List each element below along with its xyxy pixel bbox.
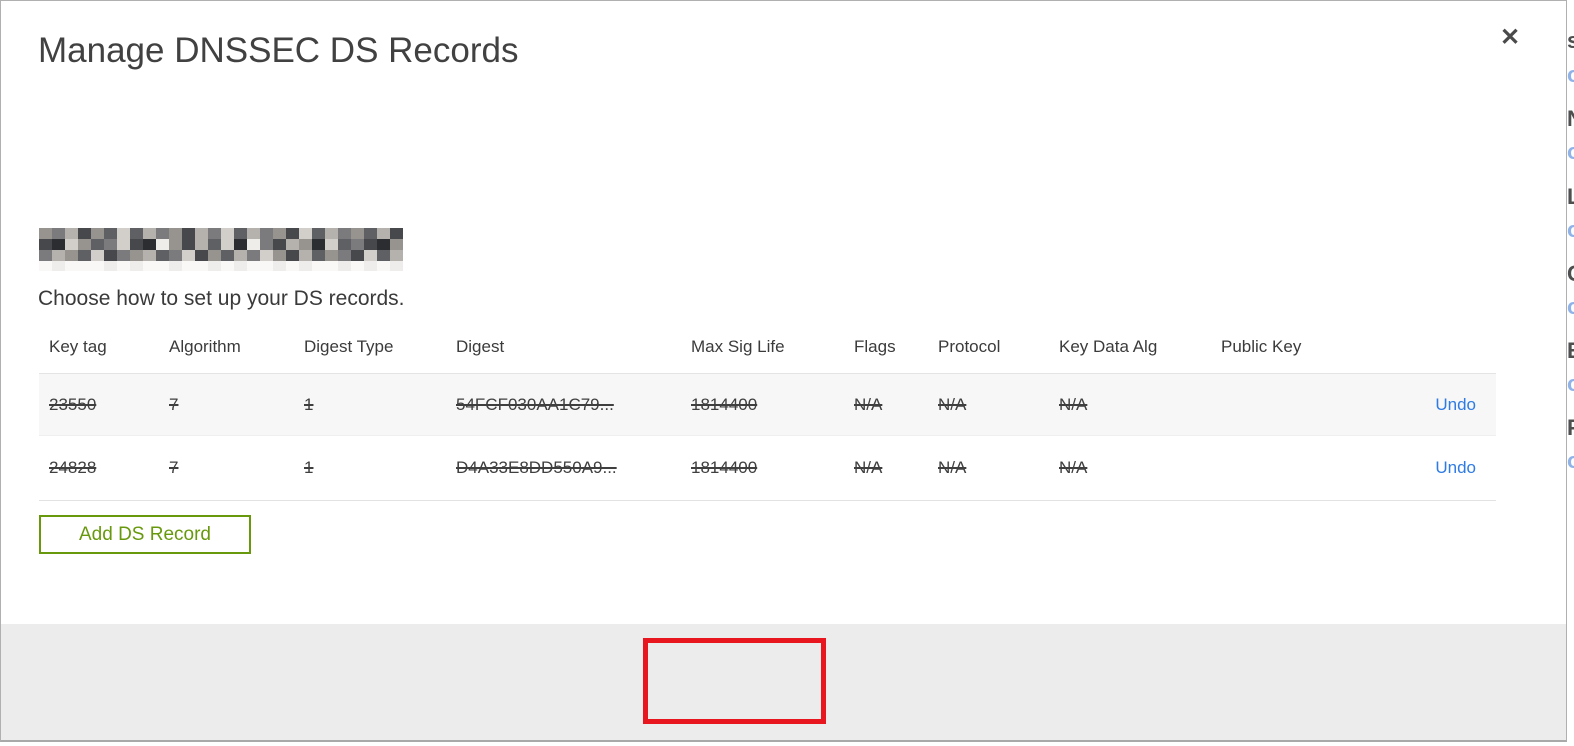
- column-header-max-sig-life: Max Sig Life: [691, 337, 785, 356]
- manage-dnssec-modal: Manage DNSSEC DS Records ✕ Choose how to…: [0, 0, 1567, 742]
- cell-max-sig-life: 1814400: [691, 394, 758, 414]
- cell-key-data-alg: N/A: [1059, 458, 1088, 477]
- redacted-domain: [39, 228, 403, 271]
- cell-digest-type: 1: [304, 458, 314, 477]
- cell-protocol: N/A: [938, 394, 967, 414]
- cell-algorithm: 7: [169, 458, 179, 477]
- cell-digest: D4A33E8DD550A9...: [456, 458, 617, 477]
- column-header-digest-type: Digest Type: [304, 337, 394, 356]
- column-header-algorithm: Algorithm: [169, 337, 241, 356]
- column-header-public-key: Public Key: [1221, 337, 1302, 356]
- add-ds-record-button[interactable]: Add DS Record: [39, 515, 251, 554]
- cell-key-tag: 23550: [49, 394, 97, 414]
- close-icon[interactable]: ✕: [1500, 26, 1520, 50]
- column-header-key-tag: Key tag: [49, 337, 107, 356]
- cell-key-tag: 24828: [49, 458, 97, 477]
- cell-digest-type: 1: [304, 394, 314, 414]
- cell-flags: N/A: [854, 458, 883, 477]
- ds-records-table: Key tag Algorithm Digest Type Digest Max…: [39, 331, 1496, 501]
- cell-algorithm: 7: [169, 394, 179, 414]
- cell-digest: 54FCF030AA1C79...: [456, 394, 614, 414]
- cell-max-sig-life: 1814400: [691, 458, 758, 477]
- table-header-row: Key tag Algorithm Digest Type Digest Max…: [39, 331, 1496, 374]
- cell-flags: N/A: [854, 394, 883, 414]
- table-row: 24828 7 1 D4A33E8DD550A9... 1814400 N/A …: [39, 436, 1496, 501]
- subtitle-text: Choose how to set up your DS records.: [38, 287, 405, 310]
- screenshot-frame: Manage DNSSEC DS Records ✕ Choose how to…: [0, 0, 1574, 746]
- undo-link[interactable]: Undo: [1435, 458, 1476, 477]
- background-page-strip: soNoLoCoEoPo: [1567, 0, 1574, 746]
- column-header-flags: Flags: [854, 337, 896, 356]
- column-header-digest: Digest: [456, 337, 505, 356]
- modal-footer: Save Cancel: [1, 624, 1566, 740]
- page-title: Manage DNSSEC DS Records: [38, 31, 519, 70]
- cell-key-data-alg: N/A: [1059, 394, 1088, 414]
- cell-protocol: N/A: [938, 458, 967, 477]
- table-row: 23550 7 1 54FCF030AA1C79... 1814400 N/A …: [39, 374, 1496, 436]
- column-header-key-data-alg: Key Data Alg: [1059, 337, 1158, 356]
- undo-link[interactable]: Undo: [1435, 395, 1476, 414]
- column-header-protocol: Protocol: [938, 337, 1001, 356]
